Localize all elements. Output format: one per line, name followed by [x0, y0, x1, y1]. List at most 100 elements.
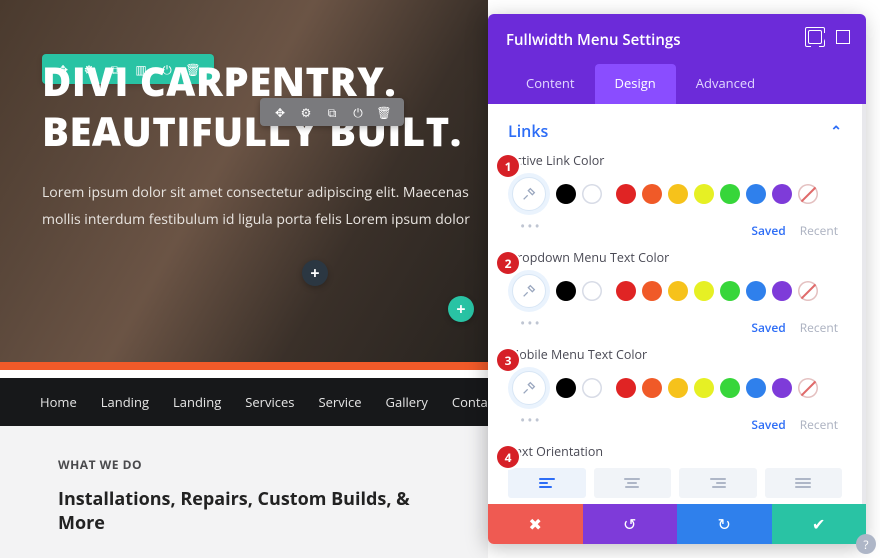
nav-item[interactable]: Services: [245, 393, 294, 411]
align-justify-option[interactable]: [765, 468, 843, 498]
module-toolbar: ✥ ⚙ ⧉ ⏻ 🗑: [260, 98, 404, 126]
panel-tabs: Content Design Advanced: [506, 64, 848, 104]
color-swatch[interactable]: [694, 281, 714, 301]
color-swatch[interactable]: [798, 281, 818, 301]
color-swatch[interactable]: [668, 378, 688, 398]
content-eyebrow: WHAT WE DO: [58, 456, 448, 473]
trash-icon[interactable]: 🗑: [375, 103, 393, 121]
recent-tab[interactable]: Recent: [800, 319, 838, 336]
field-label: Mobile Menu Text Color: [508, 346, 842, 363]
color-swatch[interactable]: [746, 281, 766, 301]
color-swatch[interactable]: [668, 184, 688, 204]
hero-section: ✥ ⚙ ⧉ ▥ ⏻ 🗑 DIVI CARPENTRY. BEAUTIFULLY …: [0, 0, 488, 370]
expand-icon[interactable]: [808, 30, 822, 44]
swatch-group: [556, 184, 818, 204]
swatch-group: [556, 281, 818, 301]
main-nav: Home Landing Landing Services Service Ga…: [0, 378, 488, 426]
step-marker-2: 2: [497, 252, 519, 274]
eyedropper-button[interactable]: [512, 371, 546, 405]
nav-item[interactable]: Landing: [101, 393, 149, 411]
page-canvas: ✥ ⚙ ⧉ ▥ ⏻ 🗑 DIVI CARPENTRY. BEAUTIFULLY …: [0, 0, 488, 558]
color-swatch[interactable]: [556, 184, 576, 204]
add-module-button[interactable]: +: [302, 260, 328, 286]
redo-button[interactable]: ↻: [677, 504, 772, 544]
color-row: Dropdown Menu Text Color 2 ••• SavedRece…: [508, 249, 842, 336]
recent-tab[interactable]: Recent: [800, 222, 838, 239]
color-swatch[interactable]: [668, 281, 688, 301]
color-row: Mobile Menu Text Color 3 ••• SavedRecent: [508, 346, 842, 433]
tab-content[interactable]: Content: [506, 64, 595, 104]
color-swatch[interactable]: [556, 281, 576, 301]
text-orientation-options: [508, 468, 842, 498]
hero-body: Lorem ipsum dolor sit amet consectetur a…: [42, 180, 482, 233]
move-icon[interactable]: ✥: [271, 103, 289, 121]
step-marker-1: 1: [497, 155, 519, 177]
color-row: Active Link Color 1 ••• SavedRecent: [508, 152, 842, 239]
swatch-group: [556, 378, 818, 398]
color-swatch[interactable]: [642, 184, 662, 204]
color-swatch[interactable]: [746, 184, 766, 204]
saved-tab[interactable]: Saved: [751, 319, 785, 336]
nav-item[interactable]: Gallery: [386, 393, 428, 411]
tab-advanced[interactable]: Advanced: [676, 64, 775, 104]
eyedropper-icon: [521, 283, 537, 299]
eyedropper-icon: [521, 380, 537, 396]
power-icon[interactable]: ⏻: [349, 103, 367, 121]
text-orientation-row: Text Orientation 4: [508, 443, 842, 498]
step-marker-4: 4: [497, 446, 519, 468]
align-left-option[interactable]: [508, 468, 586, 498]
color-swatch[interactable]: [772, 184, 792, 204]
section-title: Links: [508, 120, 548, 142]
saved-tab[interactable]: Saved: [751, 416, 785, 433]
color-swatch[interactable]: [616, 281, 636, 301]
step-marker-3: 3: [497, 349, 519, 371]
field-label: Text Orientation: [508, 443, 842, 460]
color-swatch[interactable]: [798, 378, 818, 398]
color-swatch[interactable]: [720, 378, 740, 398]
color-swatch[interactable]: [746, 378, 766, 398]
cancel-button[interactable]: ✖: [488, 504, 583, 544]
color-swatch[interactable]: [556, 378, 576, 398]
add-row-button[interactable]: +: [448, 296, 474, 322]
color-swatch[interactable]: [616, 378, 636, 398]
color-swatch[interactable]: [720, 184, 740, 204]
color-swatch[interactable]: [582, 184, 602, 204]
duplicate-icon[interactable]: ⧉: [323, 103, 341, 121]
field-label: Active Link Color: [508, 152, 842, 169]
add-section-button[interactable]: +: [448, 364, 474, 370]
snap-icon[interactable]: [836, 30, 850, 44]
align-right-option[interactable]: [679, 468, 757, 498]
panel-body[interactable]: Links ⌃ Active Link Color 1 ••• SavedRec…: [488, 104, 866, 504]
align-center-option[interactable]: [594, 468, 672, 498]
color-swatch[interactable]: [582, 281, 602, 301]
color-swatch[interactable]: [798, 184, 818, 204]
nav-item[interactable]: Service: [319, 393, 362, 411]
color-swatch[interactable]: [642, 378, 662, 398]
color-swatch[interactable]: [694, 378, 714, 398]
field-label: Dropdown Menu Text Color: [508, 249, 842, 266]
eyedropper-button[interactable]: [512, 274, 546, 308]
panel-title: Fullwidth Menu Settings: [506, 30, 848, 50]
color-swatch[interactable]: [582, 378, 602, 398]
undo-button[interactable]: ↺: [583, 504, 678, 544]
eyedropper-button[interactable]: [512, 177, 546, 211]
tab-design[interactable]: Design: [595, 64, 676, 104]
gear-icon[interactable]: ⚙: [297, 103, 315, 121]
nav-item[interactable]: Home: [40, 393, 77, 411]
nav-item[interactable]: Landing: [173, 393, 221, 411]
section-links[interactable]: Links ⌃: [508, 120, 842, 142]
saved-tab[interactable]: Saved: [751, 222, 785, 239]
color-swatch[interactable]: [772, 281, 792, 301]
save-button[interactable]: ✔: [772, 504, 867, 544]
panel-header[interactable]: Fullwidth Menu Settings Content Design A…: [488, 14, 866, 104]
color-swatch[interactable]: [642, 281, 662, 301]
color-swatch[interactable]: [694, 184, 714, 204]
chevron-up-icon[interactable]: ⌃: [830, 122, 842, 141]
color-swatch[interactable]: [616, 184, 636, 204]
recent-tab[interactable]: Recent: [800, 416, 838, 433]
color-swatch[interactable]: [720, 281, 740, 301]
content-block: WHAT WE DO Installations, Repairs, Custo…: [0, 426, 488, 558]
panel-footer: ✖ ↺ ↻ ✔: [488, 504, 866, 544]
help-bubble[interactable]: ?: [856, 534, 876, 554]
color-swatch[interactable]: [772, 378, 792, 398]
